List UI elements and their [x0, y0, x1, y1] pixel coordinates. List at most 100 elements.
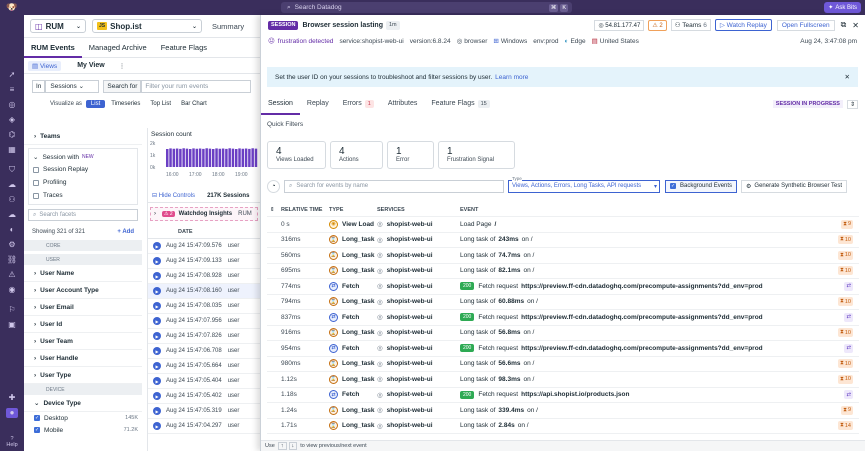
- col-type[interactable]: TYPE: [329, 207, 343, 213]
- facet-device-type[interactable]: ⌄ Device Type: [24, 395, 142, 412]
- section-core[interactable]: CORE: [24, 240, 142, 251]
- watch-replay-button[interactable]: ▷ Watch Replay: [714, 19, 772, 31]
- chart-bar[interactable]: [212, 149, 215, 167]
- clock-filter-icon[interactable]: ◔: [267, 179, 280, 193]
- chart-bar[interactable]: [192, 148, 195, 167]
- chart-bar[interactable]: [172, 148, 176, 167]
- viz-list-button[interactable]: List: [85, 100, 106, 108]
- event-counter-pill[interactable]: ⧗ 14: [838, 421, 853, 431]
- play-icon[interactable]: ▶: [153, 362, 161, 370]
- session-row[interactable]: ▶ Aug 24 15:47:05.404 user: [148, 374, 260, 389]
- section-device[interactable]: DEVICE: [24, 384, 142, 395]
- chart-bar[interactable]: [238, 148, 241, 167]
- session-row[interactable]: ▶ Aug 24 15:47:05.664 user: [148, 359, 260, 374]
- event-counter-pill[interactable]: ⧗ 10: [838, 359, 853, 369]
- type-filter-select[interactable]: Type Views, Actions, Errors, Long Tasks,…: [508, 175, 660, 193]
- expand-all-icon[interactable]: ⇕: [270, 207, 275, 213]
- ci-cd-icon[interactable]: ⚐: [6, 305, 18, 315]
- chart-bar[interactable]: [205, 148, 208, 167]
- event-counter-pill[interactable]: ⧗ 10: [838, 374, 853, 384]
- quick-filter-views-loaded[interactable]: 4 Views Loaded: [267, 141, 326, 169]
- facet-user-name[interactable]: › User Name: [24, 265, 142, 282]
- chart-bar[interactable]: [215, 148, 218, 167]
- generate-test-button[interactable]: ⚙ Generate Synthetic Browser Test: [741, 179, 848, 193]
- product-select[interactable]: ◫ RUM ⌄: [30, 19, 86, 33]
- chart-bar[interactable]: [225, 148, 228, 167]
- play-icon[interactable]: ▶: [153, 242, 161, 250]
- monitor-icon[interactable]: ⚠: [6, 270, 18, 280]
- tab-replay[interactable]: Replay: [300, 93, 336, 115]
- play-icon[interactable]: ▶: [153, 287, 161, 295]
- play-icon[interactable]: ▶: [153, 392, 161, 400]
- session-row[interactable]: ▶ Aug 24 15:47:07.826 user: [148, 329, 260, 344]
- viz-barchart-button[interactable]: Bar Chart: [181, 101, 207, 107]
- close-banner-icon[interactable]: ✕: [845, 73, 850, 81]
- ip-badge[interactable]: ◎ 54.81.177.47: [594, 19, 645, 31]
- event-row[interactable]: 794ms ⌛ Long_task ◎ shopist-web-ui Long task …: [267, 295, 859, 310]
- quick-filter-actions[interactable]: 4 Actions: [330, 141, 383, 169]
- chart-bar[interactable]: [195, 148, 199, 167]
- chart-bar[interactable]: [228, 148, 231, 167]
- background-events-toggle[interactable]: ✓ Background Events: [665, 179, 738, 193]
- event-counter-pill[interactable]: ⇄: [844, 312, 853, 322]
- play-icon[interactable]: ▶: [153, 317, 161, 325]
- expand-icon[interactable]: ⇕: [846, 99, 858, 109]
- watchdog-insights-bar[interactable]: › ⚠ 2 Watchdog Insights RUM: [150, 207, 258, 221]
- event-row[interactable]: 1.12s ⌛ Long_task ◎ shopist-web-ui Long task …: [267, 372, 859, 388]
- cloud-icon[interactable]: ☁: [6, 210, 18, 220]
- date-column-header[interactable]: DATE: [178, 229, 193, 235]
- chart-bar[interactable]: [185, 148, 189, 167]
- session-row[interactable]: ▶ Aug 24 15:47:05.319 user: [148, 404, 260, 419]
- tab-rum-events[interactable]: RUM Events: [24, 38, 82, 58]
- global-search-input[interactable]: ⌕ Search Datadog ⌘ K: [281, 2, 572, 13]
- ask-bits-button[interactable]: ✦ Ask Bits: [824, 2, 861, 13]
- event-counter-pill[interactable]: ⧗ 10: [838, 250, 853, 260]
- globe-icon[interactable]: ◎: [6, 100, 18, 110]
- facet-user-email[interactable]: › User Email: [24, 299, 142, 316]
- shield-icon[interactable]: ⛉: [6, 165, 18, 175]
- env-tag[interactable]: env:prod: [533, 38, 558, 45]
- chart-bar[interactable]: [221, 148, 225, 167]
- chart-bar[interactable]: [241, 148, 245, 167]
- tab-errors[interactable]: Errors 1: [336, 93, 381, 115]
- traces-checkbox[interactable]: [33, 192, 39, 199]
- section-user[interactable]: USER: [24, 254, 142, 265]
- data-source-select[interactable]: Sessions ⌄: [45, 79, 100, 93]
- logs-icon[interactable]: ⚙: [6, 240, 18, 250]
- session-row[interactable]: ▶ Aug 24 15:47:08.160 user: [148, 284, 260, 299]
- tab-managed-archive[interactable]: Managed Archive: [82, 38, 154, 58]
- play-icon[interactable]: ▶: [153, 302, 161, 310]
- rocket-icon[interactable]: ➚: [6, 70, 18, 80]
- event-row[interactable]: 316ms ⌛ Long_task ◎ shopist-web-ui Long task …: [267, 233, 859, 248]
- incident-icon[interactable]: ◉: [6, 285, 18, 295]
- event-counter-pill[interactable]: ⧗ 10: [838, 297, 853, 307]
- grid-icon[interactable]: ▣: [6, 320, 18, 330]
- play-icon[interactable]: ▶: [153, 377, 161, 385]
- views-button[interactable]: ▤ Views: [28, 60, 62, 71]
- col-relative-time[interactable]: RELATIVE TIME: [281, 207, 322, 213]
- session-row[interactable]: ▶ Aug 24 15:47:07.956 user: [148, 314, 260, 329]
- apm-icon[interactable]: ⌬: [6, 130, 18, 140]
- event-counter-pill[interactable]: ⧗ 9: [841, 405, 853, 415]
- chart-bar[interactable]: [182, 148, 185, 167]
- session-row[interactable]: ▶ Aug 24 15:47:04.297 user: [148, 419, 260, 434]
- chart-bar[interactable]: [189, 149, 192, 167]
- chart-bar[interactable]: [169, 148, 172, 167]
- event-search-input[interactable]: ⌕ Search for events by name: [284, 179, 504, 193]
- facet-teams[interactable]: › Teams: [24, 128, 142, 145]
- chart-bar[interactable]: [166, 149, 169, 167]
- session-replay-checkbox[interactable]: [33, 166, 39, 173]
- viz-timeseries-button[interactable]: Timeseries: [111, 101, 140, 107]
- play-icon[interactable]: ▶: [153, 332, 161, 340]
- event-counter-pill[interactable]: ⧗ 10: [838, 235, 853, 245]
- col-event[interactable]: EVENT: [460, 207, 478, 213]
- event-row[interactable]: 1.24s ⌛ Long_task ◎ shopist-web-ui Long task …: [267, 403, 859, 419]
- play-icon[interactable]: ▶: [153, 272, 161, 280]
- tab-attributes[interactable]: Attributes: [381, 93, 425, 115]
- event-row[interactable]: 560ms ⌛ Long_task ◎ shopist-web-ui Long task …: [267, 248, 859, 264]
- session-row[interactable]: ▶ Aug 24 15:47:08.035 user: [148, 299, 260, 314]
- tab-feature-flags[interactable]: Feature Flags 15: [424, 93, 496, 115]
- event-row[interactable]: 774ms ⇄ Fetch ◎ shopist-web-ui 200 Fetch reque…: [267, 279, 859, 295]
- chart-bar[interactable]: [248, 148, 251, 167]
- cube-icon[interactable]: ◈: [6, 115, 18, 125]
